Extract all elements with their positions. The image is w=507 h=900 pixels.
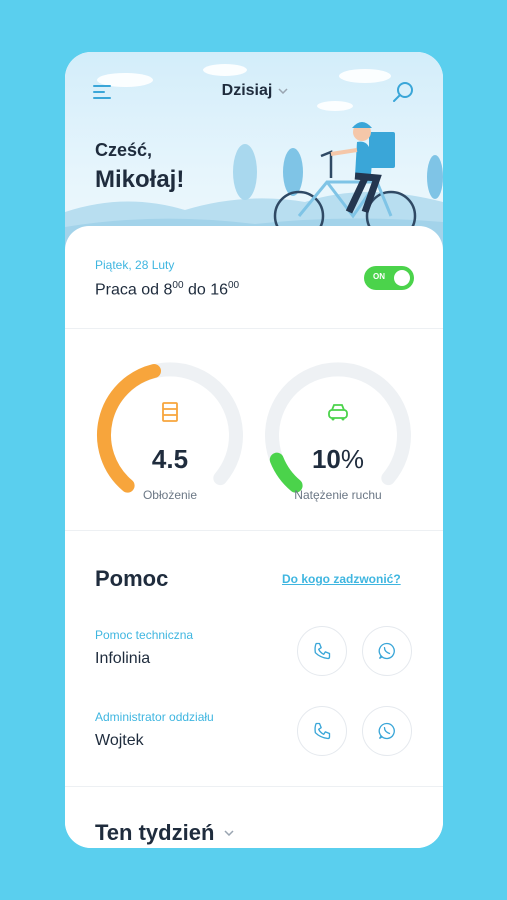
whatsapp-icon bbox=[378, 642, 395, 660]
chevron-down-icon bbox=[224, 830, 234, 836]
phone-icon bbox=[314, 642, 331, 660]
toggle-label: ON bbox=[373, 272, 385, 281]
traffic-icon bbox=[326, 400, 350, 429]
greeting-name: Mikołaj! bbox=[95, 166, 185, 193]
traffic-value: 10% bbox=[311, 444, 365, 474]
occupancy-label: Obłożenie bbox=[142, 488, 198, 502]
call-button[interactable] bbox=[297, 706, 347, 756]
contact-category: Administrator oddziału bbox=[95, 710, 214, 724]
traffic-label: Natężenie ruchu bbox=[294, 488, 382, 502]
who-to-call-link[interactable]: Do kogo zadzwonić? bbox=[282, 572, 401, 586]
shift-date: Piątek, 28 Luty bbox=[95, 258, 175, 272]
whatsapp-button[interactable] bbox=[362, 706, 412, 756]
divider bbox=[65, 328, 443, 329]
help-title: Pomoc bbox=[95, 566, 169, 591]
contact-name: Infolinia bbox=[95, 650, 151, 667]
header-title: Dzisiaj bbox=[221, 82, 273, 99]
shift-hours: Praca od 800 do 1600 bbox=[95, 280, 240, 299]
menu-icon[interactable] bbox=[93, 82, 115, 102]
chevron-down-icon bbox=[278, 88, 288, 94]
search-icon[interactable] bbox=[391, 80, 415, 104]
week-selector[interactable]: Ten tydzień bbox=[95, 820, 234, 846]
contact-name: Wojtek bbox=[95, 732, 144, 749]
shift-toggle[interactable]: ON bbox=[364, 266, 414, 290]
phone-icon bbox=[314, 722, 331, 740]
divider bbox=[65, 530, 443, 531]
building-icon bbox=[158, 400, 182, 429]
traffic-gauge: 10% Natężenie ruchu bbox=[263, 360, 413, 510]
date-selector[interactable]: Dzisiaj bbox=[205, 82, 305, 100]
phone-screen: Dzisiaj Cześć, Mikołaj! Piątek, 28 Luty … bbox=[65, 52, 443, 848]
whatsapp-button[interactable] bbox=[362, 626, 412, 676]
occupancy-value: 4.5 bbox=[151, 444, 189, 474]
contact-category: Pomoc techniczna bbox=[95, 628, 194, 642]
week-title: Ten tydzień bbox=[95, 820, 215, 845]
content-card: Piątek, 28 Luty Praca od 800 do 1600 ON … bbox=[65, 226, 443, 848]
toggle-knob bbox=[394, 270, 410, 286]
call-button[interactable] bbox=[297, 626, 347, 676]
greeting-line-1: Cześć, bbox=[95, 140, 153, 160]
divider bbox=[65, 786, 443, 787]
occupancy-gauge: 4.5 Obłożenie bbox=[95, 360, 245, 510]
whatsapp-icon bbox=[378, 722, 395, 740]
